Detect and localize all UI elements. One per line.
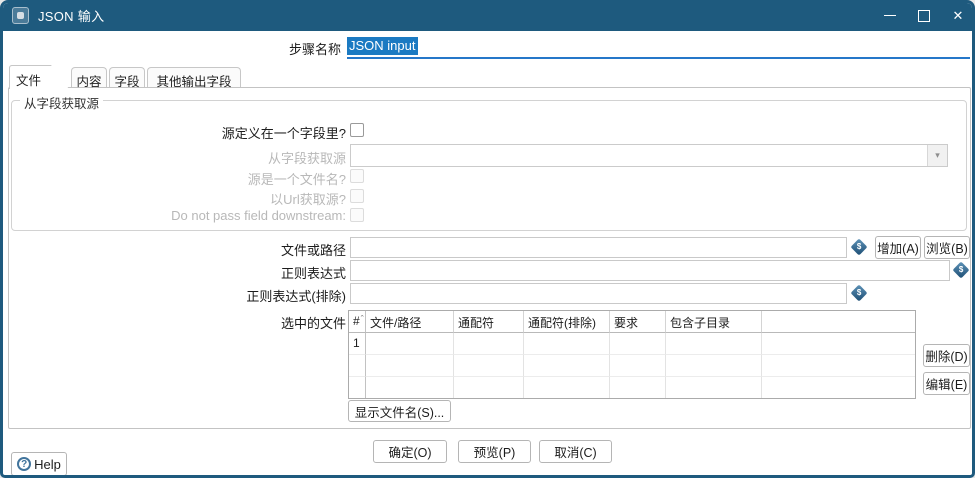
step-name-label: 步骤名称 — [288, 42, 341, 57]
table-row-number[interactable] — [349, 377, 366, 398]
source-in-field-label: 源定义在一个字段里? — [221, 126, 346, 141]
read-as-url-label: 以Url获取源? — [270, 192, 346, 207]
table-cell[interactable] — [454, 333, 524, 355]
ok-button[interactable]: 确定(O) — [373, 440, 447, 463]
source-is-filename-label: 源是一个文件名? — [247, 172, 346, 187]
table-cell[interactable] — [762, 355, 915, 377]
table-cell[interactable] — [366, 333, 454, 355]
titlebar[interactable]: JSON 输入 ✕ — [3, 3, 972, 31]
sort-asc-icon: ˆ — [360, 314, 364, 324]
tab-files[interactable]: 文件 — [9, 65, 69, 89]
json-input-dialog: JSON 输入 ✕ 步骤名称 JSON input 文件 内容 字段 其他输出字… — [0, 0, 975, 478]
minimize-button[interactable] — [873, 3, 907, 31]
preview-button[interactable]: 预览(P) — [458, 440, 531, 463]
table-cell[interactable] — [762, 377, 915, 398]
selected-files-table[interactable]: #ˆ 文件/路径 通配符 通配符(排除) 要求 包含子目录 1 — [348, 310, 916, 399]
column-header-num[interactable]: #ˆ — [349, 311, 366, 333]
minimize-icon — [884, 15, 896, 16]
show-filenames-button[interactable]: 显示文件名(S)... — [348, 400, 451, 422]
table-cell[interactable] — [366, 355, 454, 377]
regex-input[interactable] — [350, 260, 950, 281]
source-field-combo[interactable]: ▾ — [350, 144, 948, 167]
table-cell[interactable] — [610, 333, 666, 355]
maximize-icon — [918, 9, 930, 22]
add-button[interactable]: 增加(A) — [875, 236, 921, 259]
tab-fields[interactable]: 字段 — [109, 67, 145, 89]
column-header-wildcard-exclude[interactable]: 通配符(排除) — [524, 311, 610, 333]
table-cell[interactable] — [610, 377, 666, 398]
column-header-spacer — [762, 311, 915, 333]
file-path-input[interactable] — [350, 237, 847, 258]
table-cell[interactable] — [524, 377, 610, 398]
table-cell[interactable] — [610, 355, 666, 377]
step-name-selected-text: JSON input — [347, 37, 419, 55]
table-cell[interactable] — [366, 377, 454, 398]
help-label: Help — [34, 456, 61, 472]
combo-dropdown-button[interactable]: ▾ — [927, 145, 947, 166]
source-is-filename-checkbox — [350, 169, 364, 183]
regex-exclude-label: 正则表达式(排除) — [246, 289, 346, 304]
column-header-file-path[interactable]: 文件/路径 — [366, 311, 454, 333]
chevron-down-icon: ▾ — [935, 150, 940, 160]
table-cell[interactable] — [666, 355, 762, 377]
regex-exclude-input[interactable] — [350, 283, 847, 304]
edit-button[interactable]: 编辑(E) — [923, 372, 970, 395]
close-icon: ✕ — [952, 7, 964, 23]
column-header-include-subfolders[interactable]: 包含子目录 — [666, 311, 762, 333]
table-cell[interactable] — [666, 333, 762, 355]
table-row-number[interactable]: 1 — [349, 333, 366, 355]
group-legend: 从字段获取源 — [20, 93, 104, 112]
regex-label: 正则表达式 — [280, 266, 346, 281]
selected-files-label: 选中的文件 — [280, 316, 346, 331]
step-name-input[interactable]: JSON input — [347, 35, 970, 59]
delete-button[interactable]: 删除(D) — [923, 344, 970, 367]
maximize-button[interactable] — [907, 3, 941, 31]
file-path-label: 文件或路径 — [280, 243, 346, 258]
table-cell[interactable] — [524, 355, 610, 377]
help-button[interactable]: ? Help — [11, 452, 67, 475]
table-cell[interactable] — [666, 377, 762, 398]
source-field-label: 从字段获取源 — [267, 151, 346, 166]
table-cell[interactable] — [454, 377, 524, 398]
tab-content[interactable]: 内容 — [71, 67, 107, 89]
help-icon: ? — [17, 457, 32, 471]
window-controls: ✕ — [873, 3, 972, 31]
table-cell[interactable] — [524, 333, 610, 355]
read-as-url-checkbox — [350, 189, 364, 203]
no-pass-downstream-label: Do not pass field downstream: — [171, 208, 346, 223]
window-title: JSON 输入 — [38, 9, 105, 24]
json-input-step-icon — [12, 7, 29, 24]
no-pass-downstream-checkbox — [350, 208, 364, 222]
close-button[interactable]: ✕ — [941, 3, 972, 31]
table-cell[interactable] — [762, 333, 915, 355]
browse-button[interactable]: 浏览(B) — [924, 236, 970, 259]
table-cell[interactable] — [454, 355, 524, 377]
source-in-field-checkbox[interactable] — [350, 123, 364, 137]
table-row-number[interactable] — [349, 355, 366, 377]
source-field-value — [351, 145, 927, 166]
cancel-button[interactable]: 取消(C) — [539, 440, 612, 463]
column-header-wildcard[interactable]: 通配符 — [454, 311, 524, 333]
column-header-required[interactable]: 要求 — [610, 311, 666, 333]
tab-additional-output-fields[interactable]: 其他输出字段 — [147, 67, 241, 89]
